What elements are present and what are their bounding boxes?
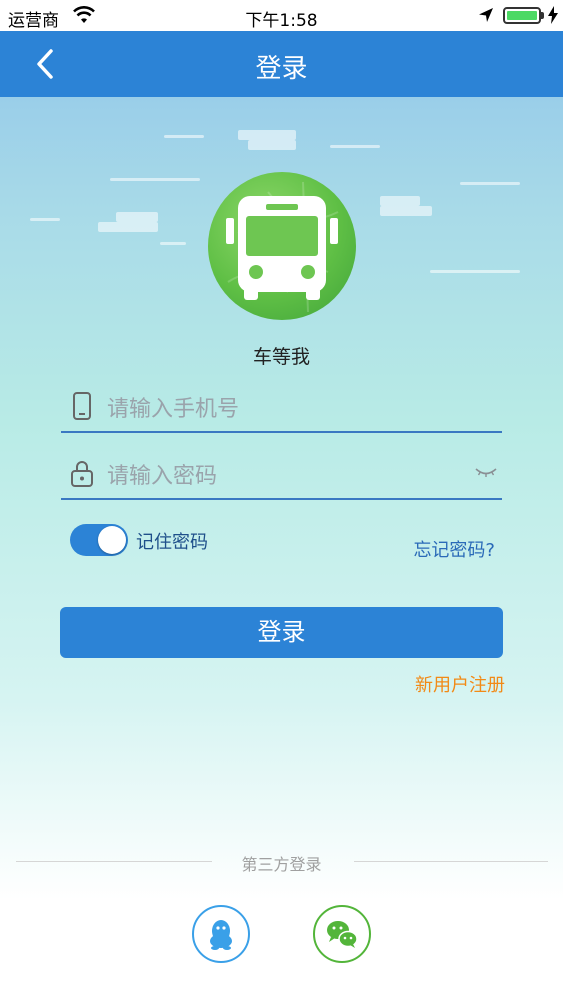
charging-bolt-icon <box>548 6 558 24</box>
qq-icon <box>192 905 250 963</box>
cloud-decoration <box>330 145 380 148</box>
bus-icon <box>226 181 339 313</box>
password-input-placeholder: 请输入密码 <box>107 464 218 489</box>
cloud-decoration <box>30 218 60 221</box>
battery-tip <box>541 12 544 19</box>
divider-right <box>354 861 548 862</box>
cloud-decoration <box>380 206 432 216</box>
remember-password-label: 记住密码 <box>136 532 208 553</box>
cloud-decoration <box>116 212 158 222</box>
phone-icon <box>73 392 91 420</box>
cloud-decoration <box>380 196 420 206</box>
wechat-login-button[interactable] <box>313 905 371 963</box>
lock-icon <box>71 461 93 487</box>
wechat-icon <box>313 905 371 963</box>
phone-field[interactable]: 请输入手机号 <box>61 377 502 433</box>
login-button[interactable]: 登录 <box>60 607 503 658</box>
page-title: 登录 <box>255 54 308 84</box>
cloud-decoration <box>430 270 520 273</box>
register-link[interactable]: 新用户注册 <box>415 671 505 697</box>
toggle-knob <box>98 526 126 554</box>
battery-icon <box>503 7 541 24</box>
cloud-decoration <box>238 130 296 140</box>
nav-bar: 登录 <box>0 31 563 97</box>
status-bar: 运营商 下午1:58 <box>0 0 563 31</box>
app-name: 车等我 <box>252 346 310 368</box>
cloud-decoration <box>460 182 520 185</box>
cloud-decoration <box>160 242 186 245</box>
forgot-password-link[interactable]: 忘记密码? <box>413 536 495 562</box>
third-party-login-label: 第三方登录 <box>241 855 322 874</box>
cloud-decoration <box>164 135 204 138</box>
cloud-decoration <box>248 140 296 150</box>
phone-input-placeholder: 请输入手机号 <box>107 397 240 422</box>
login-screen: 运营商 下午1:58 登录 车等我 请输入手机号 请输入密码 记住密码 忘记密码… <box>0 0 563 1000</box>
cloud-decoration <box>98 222 158 232</box>
show-password-eye-icon[interactable] <box>474 466 498 478</box>
password-field[interactable]: 请输入密码 <box>61 444 502 500</box>
app-logo <box>208 172 356 320</box>
cloud-decoration <box>110 178 200 181</box>
qq-login-button[interactable] <box>192 905 250 963</box>
location-arrow-icon <box>479 8 493 22</box>
remember-password-toggle[interactable] <box>70 524 128 556</box>
